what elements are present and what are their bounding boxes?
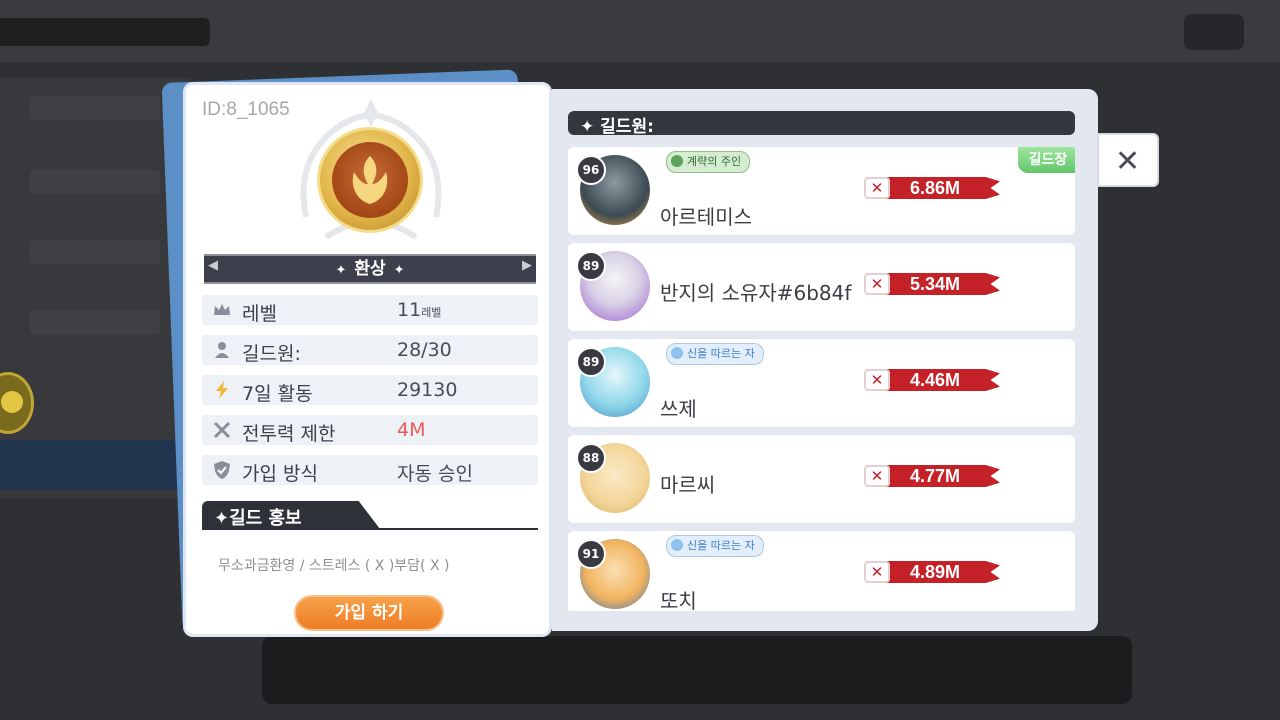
- guild-name: 환상: [354, 259, 386, 279]
- lightning-icon: [216, 381, 228, 399]
- level-unit: 레벨: [421, 306, 442, 319]
- background-row: [30, 240, 160, 264]
- member-row[interactable]: 89 반지의 소유자#6b84f ✕ 5.34M: [568, 243, 1075, 331]
- guild-name-bar: ◀ ✦ 환상 ✦ ▶: [204, 254, 536, 284]
- member-name: 마르씨: [660, 473, 716, 497]
- member-name: 쓰제: [660, 397, 697, 421]
- background-row: [30, 310, 160, 334]
- background-bottom-bar: [262, 636, 1132, 704]
- member-power: ✕ 4.46M: [864, 369, 1000, 391]
- member-row[interactable]: 89 신을 따르는 자 쓰제 ✕ 4.46M: [568, 339, 1075, 427]
- power-value: 4.46M: [910, 370, 961, 390]
- background-corner-button: [1184, 14, 1244, 50]
- member-title-badge: 계략의 주인: [666, 151, 751, 173]
- promo-title: ✦길드 홍보: [214, 508, 302, 529]
- leaf-icon: [671, 155, 683, 167]
- member-title: 신을 따르는 자: [687, 539, 755, 552]
- promo-text: 무소과금환영 / 스트레스 ( X )부담( X ): [218, 558, 450, 574]
- power-value: 4.77M: [910, 466, 961, 486]
- guild-info-card: ID:8_1065 ◀ ✦ 환상 ✦ ▶ 레벨 11레벨 길드원: 28/30 7일…: [183, 82, 552, 637]
- crossed-swords-icon: ✕: [864, 273, 890, 295]
- guild-leader-badge: 길드장: [1018, 147, 1075, 173]
- power-value: 5.34M: [910, 274, 961, 294]
- name-bar-right-cap: ▶: [522, 258, 532, 273]
- member-power: ✕ 4.89M: [864, 561, 1000, 583]
- member-level-badge: 91: [576, 539, 606, 569]
- crossed-swords-icon: ✕: [864, 177, 890, 199]
- promo-divider: [202, 528, 538, 530]
- guild-id: ID:8_1065: [202, 99, 290, 120]
- info-row-activity: 7일 활동 29130: [202, 375, 538, 405]
- member-level-badge: 89: [576, 251, 606, 281]
- crossed-swords-icon: ✕: [864, 561, 890, 583]
- members-value: 28/30: [397, 339, 452, 361]
- members-header-label: ✦ 길드원:: [580, 117, 654, 137]
- background-left-column: [0, 78, 190, 498]
- info-label: 레벨: [242, 303, 277, 325]
- background-row: [30, 96, 160, 120]
- person-icon: [215, 342, 229, 358]
- join-method-value: 자동 승인: [397, 463, 473, 485]
- close-icon: ✕: [1115, 144, 1141, 179]
- member-power: ✕ 5.34M: [864, 273, 1000, 295]
- members-header: ✦ 길드원:: [568, 111, 1075, 137]
- member-row[interactable]: 96 계략의 주인 아르테미스 ✕ 6.86M 길드장: [568, 147, 1075, 235]
- member-level-badge: 88: [576, 443, 606, 473]
- info-label: 7일 활동: [242, 383, 313, 405]
- member-level-badge: 96: [576, 155, 606, 185]
- member-name: 또치: [660, 589, 697, 611]
- wing-icon: [671, 539, 683, 551]
- power-value: 6.86M: [910, 178, 961, 198]
- member-row[interactable]: 91 신을 따르는 자 또치 ✕ 4.89M: [568, 531, 1075, 611]
- member-power: ✕ 6.86M: [864, 177, 1000, 199]
- crossed-swords-icon: ✕: [864, 369, 890, 391]
- member-row[interactable]: 88 마르씨 ✕ 4.77M: [568, 435, 1075, 523]
- level-value: 11: [397, 299, 422, 321]
- background-row: [30, 170, 160, 194]
- background-title-bar: [0, 18, 210, 46]
- member-level-badge: 89: [576, 347, 606, 377]
- power-limit-value: 4M: [397, 419, 426, 441]
- member-name: 아르테미스: [660, 205, 752, 229]
- info-label: 가입 방식: [242, 463, 318, 485]
- info-row-level: 레벨 11레벨: [202, 295, 538, 325]
- info-label: 길드원:: [242, 343, 301, 365]
- power-value: 4.89M: [910, 562, 961, 582]
- close-button[interactable]: ✕: [1097, 133, 1159, 187]
- background-blue-tab: [0, 440, 185, 490]
- crown-icon: [214, 304, 230, 315]
- member-title: 신을 따르는 자: [687, 347, 755, 360]
- member-title-badge: 신을 따르는 자: [666, 343, 764, 365]
- activity-value: 29130: [397, 379, 458, 401]
- star-icon: ✦: [335, 263, 347, 278]
- info-row-join-method: 가입 방식 자동 승인: [202, 455, 538, 485]
- info-row-members: 길드원: 28/30: [202, 335, 538, 365]
- info-row-power-limit: 전투력 제한 4M: [202, 415, 538, 445]
- member-list[interactable]: 96 계략의 주인 아르테미스 ✕ 6.86M 길드장 89 반지의 소유자#6…: [568, 147, 1075, 611]
- member-name: 반지의 소유자#6b84f: [660, 281, 852, 305]
- crossed-swords-icon: [213, 421, 231, 439]
- star-icon: ✦: [393, 263, 405, 278]
- shield-icon: [214, 461, 230, 479]
- promo-tab: ✦길드 홍보: [202, 501, 380, 529]
- member-title: 계략의 주인: [687, 155, 742, 168]
- join-button[interactable]: 가입 하기: [294, 595, 444, 631]
- members-panel: ✦ 길드원: 96 계략의 주인 아르테미스 ✕ 6.86M 길드장 89 반지…: [552, 89, 1098, 631]
- member-title-badge: 신을 따르는 자: [666, 535, 764, 557]
- info-value: 11레벨: [397, 299, 441, 321]
- phoenix-emblem-icon: [317, 127, 423, 233]
- wing-icon: [671, 347, 683, 359]
- name-bar-left-cap: ◀: [208, 258, 218, 273]
- member-power: ✕ 4.77M: [864, 465, 1000, 487]
- info-label: 전투력 제한: [242, 423, 336, 445]
- crossed-swords-icon: ✕: [864, 465, 890, 487]
